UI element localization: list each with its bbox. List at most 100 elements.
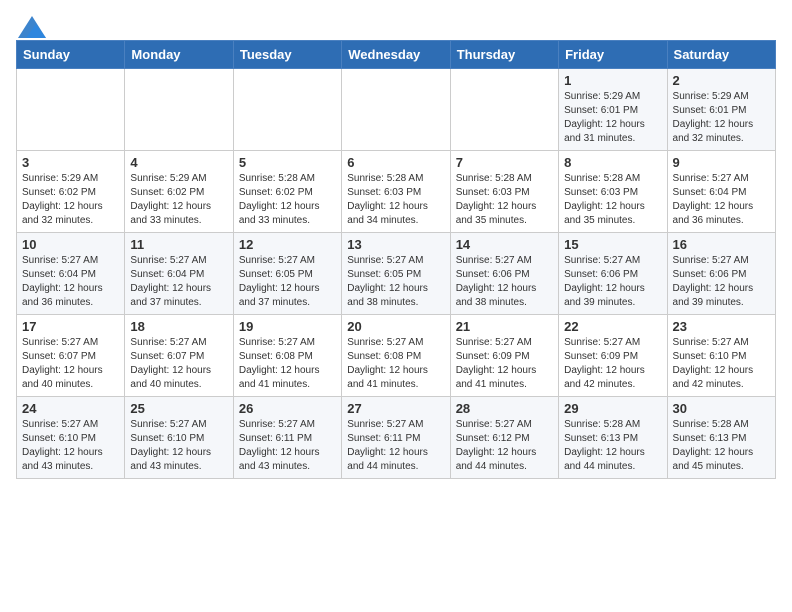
day-of-week-header: Saturday — [667, 41, 775, 69]
day-number: 7 — [456, 155, 553, 170]
day-info: Sunrise: 5:27 AM Sunset: 6:09 PM Dayligh… — [456, 336, 553, 392]
day-info: Sunrise: 5:27 AM Sunset: 6:06 PM Dayligh… — [673, 254, 770, 310]
calendar-table: SundayMondayTuesdayWednesdayThursdayFrid… — [16, 40, 776, 479]
calendar-day-cell: 30 Sunrise: 5:28 AM Sunset: 6:13 PM Dayli… — [667, 397, 775, 479]
day-info: Sunrise: 5:27 AM Sunset: 6:08 PM Dayligh… — [347, 336, 444, 392]
day-info: Sunrise: 5:27 AM Sunset: 6:06 PM Dayligh… — [564, 254, 661, 310]
day-number: 11 — [130, 237, 227, 252]
day-number: 18 — [130, 319, 227, 334]
day-info: Sunrise: 5:27 AM Sunset: 6:07 PM Dayligh… — [130, 336, 227, 392]
day-number: 12 — [239, 237, 336, 252]
day-number: 23 — [673, 319, 770, 334]
day-info: Sunrise: 5:28 AM Sunset: 6:03 PM Dayligh… — [564, 172, 661, 228]
calendar-day-cell: 8 Sunrise: 5:28 AM Sunset: 6:03 PM Daylig… — [559, 151, 667, 233]
day-info: Sunrise: 5:27 AM Sunset: 6:12 PM Dayligh… — [456, 418, 553, 474]
logo-icon — [18, 16, 46, 38]
calendar-day-cell: 11 Sunrise: 5:27 AM Sunset: 6:04 PM Dayli… — [125, 233, 233, 315]
calendar-day-cell: 23 Sunrise: 5:27 AM Sunset: 6:10 PM Dayli… — [667, 315, 775, 397]
calendar-day-cell: 29 Sunrise: 5:28 AM Sunset: 6:13 PM Dayli… — [559, 397, 667, 479]
day-number: 30 — [673, 401, 770, 416]
calendar-day-cell: 25Sunrise: 5:27 AM Sunset: 6:10 PM Dayli… — [125, 397, 233, 479]
day-info: Sunrise: 5:27 AM Sunset: 6:04 PM Dayligh… — [673, 172, 770, 228]
day-number: 16 — [673, 237, 770, 252]
day-info: Sunrise: 5:27 AM Sunset: 6:08 PM Dayligh… — [239, 336, 336, 392]
calendar-day-cell: 12 Sunrise: 5:27 AM Sunset: 6:05 PM Dayli… — [233, 233, 341, 315]
day-info: Sunrise: 5:28 AM Sunset: 6:13 PM Dayligh… — [564, 418, 661, 474]
day-info: Sunrise: 5:28 AM Sunset: 6:03 PM Dayligh… — [347, 172, 444, 228]
calendar-day-cell: 14 Sunrise: 5:27 AM Sunset: 6:06 PM Dayli… — [450, 233, 558, 315]
day-number: 5 — [239, 155, 336, 170]
day-number: 3 — [22, 155, 119, 170]
day-info: Sunrise: 5:28 AM Sunset: 6:02 PM Dayligh… — [239, 172, 336, 228]
calendar-week-row: 10 Sunrise: 5:27 AM Sunset: 6:04 PM Dayli… — [17, 233, 776, 315]
calendar-day-cell — [17, 69, 125, 151]
calendar-day-cell: 10Sunrise: 5:27 AM Sunset: 6:04 PM Dayli… — [17, 233, 125, 315]
day-number: 22 — [564, 319, 661, 334]
calendar-day-cell: 7 Sunrise: 5:28 AM Sunset: 6:03 PM Daylig… — [450, 151, 558, 233]
day-number: 15 — [564, 237, 661, 252]
day-of-week-header: Thursday — [450, 41, 558, 69]
calendar-day-cell: 18 Sunrise: 5:27 AM Sunset: 6:07 PM Dayli… — [125, 315, 233, 397]
day-of-week-header: Monday — [125, 41, 233, 69]
day-number: 29 — [564, 401, 661, 416]
day-info: Sunrise: 5:28 AM Sunset: 6:13 PM Dayligh… — [673, 418, 770, 474]
calendar-day-cell: 9 Sunrise: 5:27 AM Sunset: 6:04 PM Daylig… — [667, 151, 775, 233]
calendar-day-cell: 17 Sunrise: 5:27 AM Sunset: 6:07 PM Dayli… — [17, 315, 125, 397]
page-header — [16, 16, 776, 32]
day-number: 8 — [564, 155, 661, 170]
day-number: 27 — [347, 401, 444, 416]
calendar-day-cell: 16 Sunrise: 5:27 AM Sunset: 6:06 PM Dayli… — [667, 233, 775, 315]
calendar-week-row: 17 Sunrise: 5:27 AM Sunset: 6:07 PM Dayli… — [17, 315, 776, 397]
calendar-day-cell: 26Sunrise: 5:27 AM Sunset: 6:11 PM Dayli… — [233, 397, 341, 479]
day-info: Sunrise: 5:29 AM Sunset: 6:02 PM Dayligh… — [130, 172, 227, 228]
day-info: Sunrise: 5:29 AM Sunset: 6:01 PM Dayligh… — [564, 90, 661, 146]
day-number: 10 — [22, 237, 119, 252]
calendar-day-cell: 24Sunrise: 5:27 AM Sunset: 6:10 PM Dayli… — [17, 397, 125, 479]
day-info: Sunrise: 5:28 AM Sunset: 6:03 PM Dayligh… — [456, 172, 553, 228]
calendar-day-cell: 20 Sunrise: 5:27 AM Sunset: 6:08 PM Dayli… — [342, 315, 450, 397]
day-of-week-header: Wednesday — [342, 41, 450, 69]
day-number: 4 — [130, 155, 227, 170]
calendar-week-row: 1 Sunrise: 5:29 AM Sunset: 6:01 PM Daylig… — [17, 69, 776, 151]
day-number: 2 — [673, 73, 770, 88]
day-info: Sunrise: 5:27 AM Sunset: 6:05 PM Dayligh… — [239, 254, 336, 310]
day-number: 14 — [456, 237, 553, 252]
calendar-week-row: 24Sunrise: 5:27 AM Sunset: 6:10 PM Dayli… — [17, 397, 776, 479]
day-info: Sunrise: 5:27 AM Sunset: 6:04 PM Dayligh… — [130, 254, 227, 310]
day-info: Sunrise: 5:27 AM Sunset: 6:10 PM Dayligh… — [22, 418, 119, 474]
calendar-day-cell: 15 Sunrise: 5:27 AM Sunset: 6:06 PM Dayli… — [559, 233, 667, 315]
calendar-day-cell: 28 Sunrise: 5:27 AM Sunset: 6:12 PM Dayli… — [450, 397, 558, 479]
calendar-day-cell: 27 Sunrise: 5:27 AM Sunset: 6:11 PM Dayli… — [342, 397, 450, 479]
calendar-day-cell — [342, 69, 450, 151]
calendar-day-cell: 22 Sunrise: 5:27 AM Sunset: 6:09 PM Dayli… — [559, 315, 667, 397]
calendar-day-cell: 19 Sunrise: 5:27 AM Sunset: 6:08 PM Dayli… — [233, 315, 341, 397]
calendar-day-cell — [125, 69, 233, 151]
calendar-week-row: 3 Sunrise: 5:29 AM Sunset: 6:02 PM Daylig… — [17, 151, 776, 233]
calendar-header-row: SundayMondayTuesdayWednesdayThursdayFrid… — [17, 41, 776, 69]
day-number: 1 — [564, 73, 661, 88]
calendar-day-cell: 3 Sunrise: 5:29 AM Sunset: 6:02 PM Daylig… — [17, 151, 125, 233]
day-info: Sunrise: 5:27 AM Sunset: 6:11 PM Dayligh… — [347, 418, 444, 474]
logo — [16, 16, 46, 32]
day-info: Sunrise: 5:29 AM Sunset: 6:02 PM Dayligh… — [22, 172, 119, 228]
calendar-day-cell: 13Sunrise: 5:27 AM Sunset: 6:05 PM Dayli… — [342, 233, 450, 315]
day-number: 6 — [347, 155, 444, 170]
day-number: 17 — [22, 319, 119, 334]
day-info: Sunrise: 5:27 AM Sunset: 6:10 PM Dayligh… — [673, 336, 770, 392]
day-info: Sunrise: 5:27 AM Sunset: 6:09 PM Dayligh… — [564, 336, 661, 392]
day-info: Sunrise: 5:27 AM Sunset: 6:06 PM Dayligh… — [456, 254, 553, 310]
day-number: 26 — [239, 401, 336, 416]
calendar-day-cell: 2 Sunrise: 5:29 AM Sunset: 6:01 PM Daylig… — [667, 69, 775, 151]
day-info: Sunrise: 5:29 AM Sunset: 6:01 PM Dayligh… — [673, 90, 770, 146]
day-info: Sunrise: 5:27 AM Sunset: 6:07 PM Dayligh… — [22, 336, 119, 392]
day-number: 20 — [347, 319, 444, 334]
calendar-day-cell — [233, 69, 341, 151]
calendar-day-cell: 21Sunrise: 5:27 AM Sunset: 6:09 PM Dayli… — [450, 315, 558, 397]
day-number: 9 — [673, 155, 770, 170]
calendar-day-cell — [450, 69, 558, 151]
day-number: 28 — [456, 401, 553, 416]
day-number: 25 — [130, 401, 227, 416]
day-number: 19 — [239, 319, 336, 334]
calendar-day-cell: 1 Sunrise: 5:29 AM Sunset: 6:01 PM Daylig… — [559, 69, 667, 151]
day-of-week-header: Sunday — [17, 41, 125, 69]
